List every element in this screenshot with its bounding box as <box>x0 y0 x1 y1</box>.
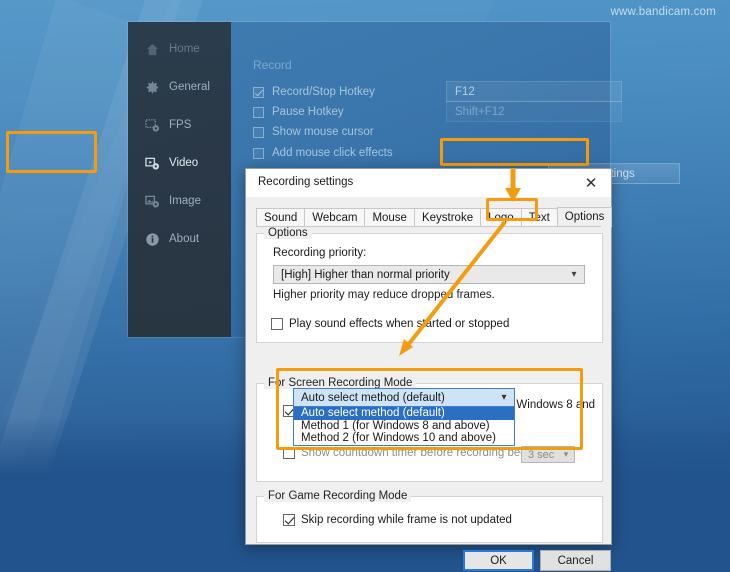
tab-mouse[interactable]: Mouse <box>364 208 415 227</box>
play-sound-effects-label: Play sound effects when started or stopp… <box>289 318 510 330</box>
skip-recording-label: Skip recording while frame is not update… <box>301 514 512 526</box>
info-icon <box>145 232 160 247</box>
sidebar-item-label: General <box>169 81 210 93</box>
record-row-label: Pause Hotkey <box>272 106 344 118</box>
options-tab-highlight <box>486 198 538 221</box>
sidebar-item-about[interactable]: About <box>128 220 231 258</box>
record-row-label: Add mouse click effects <box>272 147 393 159</box>
tab-options[interactable]: Options <box>556 207 613 227</box>
checkbox-play-sound-effects[interactable] <box>271 318 283 330</box>
record-section-title: Record <box>253 58 292 72</box>
record-row-label: Show mouse cursor <box>272 126 374 138</box>
ok-button[interactable]: OK <box>463 550 534 571</box>
dialog-title: Recording settings <box>258 176 354 188</box>
sidebar-item-label: Image <box>169 195 201 207</box>
countdown-seconds-value: 3 sec <box>528 448 555 461</box>
chevron-down-icon: ▾ <box>501 392 507 403</box>
pause-hotkey-field[interactable]: Shift+F12 <box>446 101 622 122</box>
recording-priority-hint: Higher priority may reduce dropped frame… <box>273 289 495 301</box>
sidebar-item-label: About <box>169 233 200 245</box>
fps-icon <box>145 118 160 133</box>
sidebar-item-home[interactable]: Home <box>128 30 231 68</box>
game-recording-group-legend: For Game Recording Mode <box>264 490 412 502</box>
settings-button-highlight <box>440 138 589 166</box>
checkbox-pause-hotkey[interactable] <box>253 106 264 118</box>
record-row-cursor[interactable]: Show mouse cursor <box>253 122 374 142</box>
capture-method-dropdown-list[interactable]: Auto select method (default) Method 1 (f… <box>293 407 515 446</box>
checkbox-skip-recording[interactable] <box>283 514 295 526</box>
record-row-label: Record/Stop Hotkey <box>272 86 375 98</box>
cancel-button[interactable]: Cancel <box>540 550 611 571</box>
checkbox-record-stop-hotkey[interactable] <box>253 86 264 98</box>
sidebar-item-label: Home <box>169 43 200 55</box>
capture-method-value: Auto select method (default) <box>301 391 445 404</box>
record-row-hotkey[interactable]: Record/Stop Hotkey <box>253 82 375 102</box>
home-icon <box>145 42 160 57</box>
image-icon <box>145 194 160 209</box>
skip-recording-row[interactable]: Skip recording while frame is not update… <box>283 514 512 526</box>
checkbox-show-mouse-cursor[interactable] <box>253 126 264 138</box>
watermark-text: www.bandicam.com <box>610 6 716 18</box>
sidebar-item-video[interactable]: Video <box>128 144 231 182</box>
capture-method-select[interactable]: Auto select method (default) ▾ <box>293 388 515 407</box>
gear-icon <box>145 80 160 95</box>
sidebar: Home General FPS Video Image About <box>128 22 231 337</box>
sidebar-item-fps[interactable]: FPS <box>128 106 231 144</box>
recording-priority-label: Recording priority: <box>273 247 367 259</box>
dialog-title-bar: Recording settings ✕ <box>246 169 611 197</box>
dropdown-option[interactable]: Auto select method (default) <box>294 407 514 420</box>
tab-sound[interactable]: Sound <box>256 208 306 227</box>
options-group-legend: Options <box>264 227 312 239</box>
recording-settings-dialog: Recording settings ✕ Sound Webcam Mouse … <box>245 168 613 571</box>
sidebar-item-image[interactable]: Image <box>128 182 231 220</box>
tab-strip: Sound Webcam Mouse Keystroke Logo Text O… <box>256 207 613 227</box>
play-sound-effects-row[interactable]: Play sound effects when started or stopp… <box>271 318 509 330</box>
sidebar-item-label: Video <box>169 157 199 169</box>
chevron-down-icon: ▾ <box>571 269 577 280</box>
close-icon[interactable]: ✕ <box>571 169 611 197</box>
record-stop-hotkey-field[interactable]: F12 <box>446 81 622 102</box>
sidebar-video-highlight <box>6 131 97 173</box>
tab-keystroke[interactable]: Keystroke <box>413 208 482 227</box>
record-row-pause[interactable]: Pause Hotkey <box>253 102 344 122</box>
chevron-down-icon: ▾ <box>563 449 569 459</box>
recording-priority-value: [High] Higher than normal priority <box>281 268 450 281</box>
record-row-click-effects[interactable]: Add mouse click effects <box>253 143 393 163</box>
sidebar-item-label: FPS <box>169 119 192 131</box>
dropdown-option[interactable]: Method 1 (for Windows 8 and above) <box>294 420 514 433</box>
dropdown-option[interactable]: Method 2 (for Windows 10 and above) <box>294 432 514 445</box>
checkbox-add-mouse-click-effects[interactable] <box>253 147 264 159</box>
recording-priority-select[interactable]: [High] Higher than normal priority ▾ <box>273 265 585 284</box>
sidebar-item-general[interactable]: General <box>128 68 231 106</box>
video-icon <box>145 156 160 171</box>
tab-webcam[interactable]: Webcam <box>304 208 366 227</box>
